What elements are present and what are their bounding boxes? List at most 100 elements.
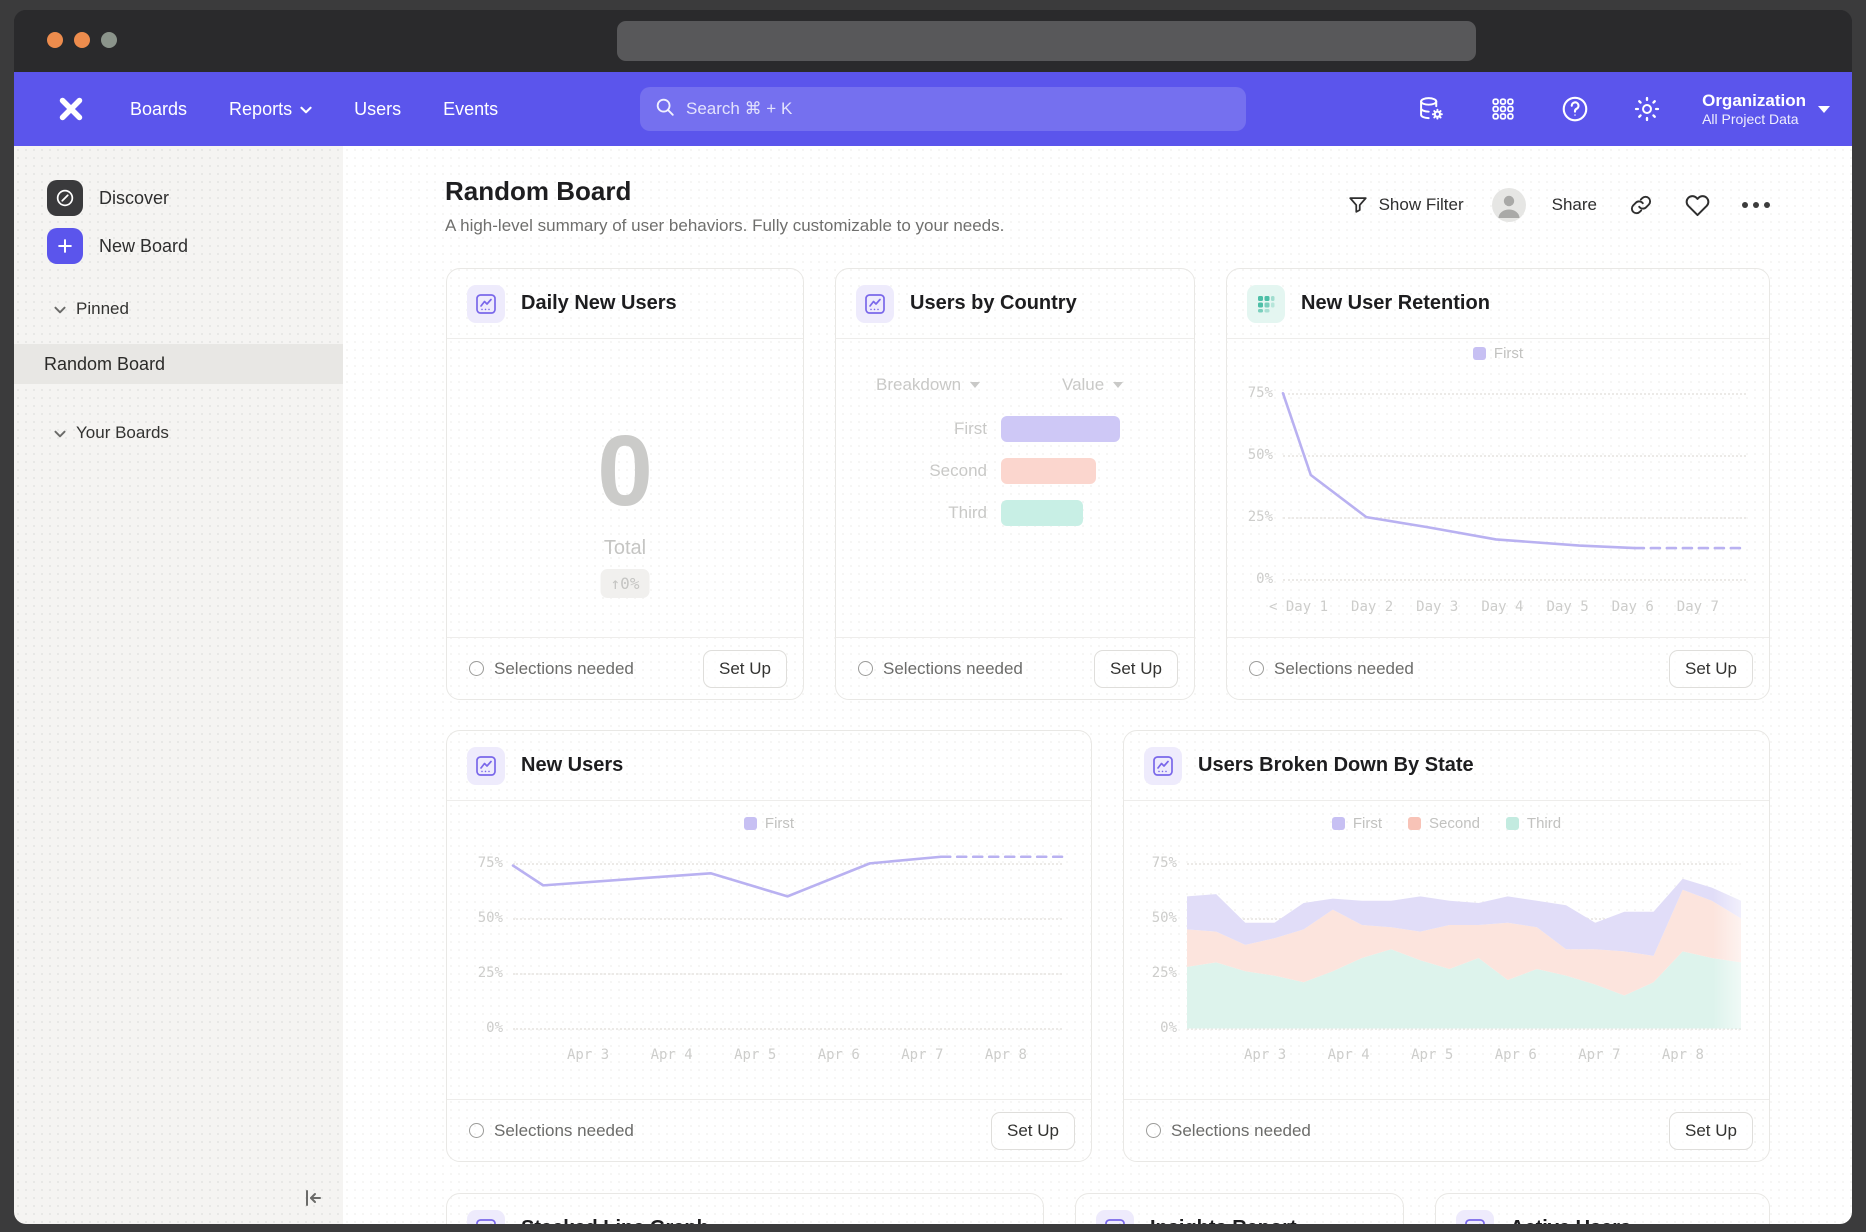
sidebar-collapse-button[interactable] xyxy=(297,1184,327,1212)
org-switcher[interactable]: Organization All Project Data xyxy=(1702,90,1830,129)
gear-icon[interactable] xyxy=(1630,92,1664,126)
nav-events-label: Events xyxy=(443,99,498,120)
nav-item-users[interactable]: Users xyxy=(354,99,401,120)
share-button[interactable]: Share xyxy=(1552,195,1597,215)
new-users-line xyxy=(513,848,1062,1040)
status-circle-icon xyxy=(469,661,484,676)
line-chart-icon xyxy=(856,285,894,323)
pinned-section-label: Pinned xyxy=(76,299,129,319)
board-main: Random Board A high-level summary of use… xyxy=(343,146,1852,1224)
bar-row: First xyxy=(836,415,1194,443)
card-title: Active Users xyxy=(1510,1217,1631,1224)
global-search[interactable] xyxy=(640,87,1246,131)
line-chart-icon xyxy=(467,285,505,323)
value-dropdown[interactable]: Value xyxy=(1062,375,1123,395)
plus-icon xyxy=(47,228,83,264)
compass-icon xyxy=(47,180,83,216)
filter-funnel-icon xyxy=(1347,194,1369,216)
org-project-scope: All Project Data xyxy=(1702,111,1806,129)
card-insights-report: Insights Report xyxy=(1075,1193,1404,1224)
status-circle-icon xyxy=(1146,1123,1161,1138)
nav-item-reports[interactable]: Reports xyxy=(229,99,312,120)
bar-second xyxy=(1001,458,1096,484)
legend-swatch-third xyxy=(1506,817,1519,830)
window-minimize-button[interactable] xyxy=(74,32,90,48)
card-title: Insights Report xyxy=(1150,1217,1297,1224)
card-title: New User Retention xyxy=(1301,292,1490,315)
chart-legend: First Second Third xyxy=(1124,815,1769,832)
sidebar-section-your-boards[interactable]: Your Boards xyxy=(54,423,169,443)
top-navbar: Boards Reports Users Events xyxy=(14,72,1852,146)
sidebar-item-discover[interactable]: Discover xyxy=(14,180,343,216)
window-close-button[interactable] xyxy=(47,32,63,48)
legend-swatch-first xyxy=(1332,817,1345,830)
nav-reports-label: Reports xyxy=(229,99,292,120)
card-title: New Users xyxy=(521,754,623,777)
stacked-area xyxy=(1187,848,1741,1040)
card-users-by-country: Users by Country Breakdown Value First S… xyxy=(835,268,1195,700)
retention-chart: 75% 50% 25% 0% xyxy=(1283,376,1746,592)
set-up-button[interactable]: Set Up xyxy=(1094,650,1178,688)
set-up-button[interactable]: Set Up xyxy=(1669,650,1753,688)
random-board-label: Random Board xyxy=(44,354,165,375)
card-stacked-line-graph: Stacked Line Graph xyxy=(446,1193,1044,1224)
sidebar-item-random-board[interactable]: Random Board xyxy=(14,344,343,384)
card-title: Users Broken Down By State xyxy=(1198,754,1474,777)
more-options-icon[interactable] xyxy=(1742,202,1770,208)
page-title: Random Board xyxy=(445,176,631,207)
search-icon xyxy=(654,96,676,123)
search-input[interactable] xyxy=(686,99,1232,119)
legend-swatch-second xyxy=(1408,817,1421,830)
new-users-chart: 75% 50% 25% 0% xyxy=(513,848,1062,1040)
card-title: Users by Country xyxy=(910,292,1077,315)
window-titlebar xyxy=(14,10,1852,72)
selections-needed-status: Selections needed xyxy=(858,659,1023,679)
selections-needed-status: Selections needed xyxy=(1146,1121,1311,1141)
chart-legend: First xyxy=(447,815,1091,832)
set-up-button[interactable]: Set Up xyxy=(991,1112,1075,1150)
set-up-button[interactable]: Set Up xyxy=(703,650,787,688)
forecast-fade xyxy=(1713,848,1741,1028)
bar-row: Second xyxy=(836,457,1194,485)
bar-first xyxy=(1001,416,1120,442)
sidebar-new-board-label: New Board xyxy=(99,236,188,257)
set-up-button[interactable]: Set Up xyxy=(1669,1112,1753,1150)
sidebar-discover-label: Discover xyxy=(99,188,169,209)
x-axis-labels: Apr 3Apr 4 Apr 5Apr 6 Apr 7Apr 8 xyxy=(1244,1047,1704,1063)
nav-item-boards[interactable]: Boards xyxy=(130,99,187,120)
legend-swatch-first xyxy=(744,817,757,830)
sidebar: Discover New Board Pinned Random Board Y… xyxy=(14,146,343,1224)
avatar[interactable] xyxy=(1492,188,1526,222)
x-axis-labels: Apr 3Apr 4 Apr 5Apr 6 Apr 7Apr 8 xyxy=(567,1047,1027,1063)
legend-swatch-first xyxy=(1473,347,1486,360)
by-state-chart: 75% 50% 25% 0% xyxy=(1187,848,1741,1040)
traffic-lights xyxy=(47,32,117,48)
nav-item-events[interactable]: Events xyxy=(443,99,498,120)
apps-grid-icon[interactable] xyxy=(1486,92,1520,126)
line-chart-icon xyxy=(1096,1210,1134,1225)
line-chart-icon xyxy=(467,747,505,785)
org-name: Organization xyxy=(1702,90,1806,111)
breakdown-dropdown[interactable]: Breakdown xyxy=(876,375,980,395)
metric-delta-badge: ↑0% xyxy=(601,569,650,598)
data-management-icon[interactable] xyxy=(1414,92,1448,126)
your-boards-section-label: Your Boards xyxy=(76,423,169,443)
retention-line xyxy=(1283,376,1746,592)
chevron-down-icon xyxy=(54,299,66,319)
nav-boards-label: Boards xyxy=(130,99,187,120)
chevron-down-icon xyxy=(300,104,312,114)
sidebar-item-new-board[interactable]: New Board xyxy=(14,228,343,264)
window-maximize-button[interactable] xyxy=(101,32,117,48)
help-icon[interactable] xyxy=(1558,92,1592,126)
show-filter-button[interactable]: Show Filter xyxy=(1379,195,1464,215)
selections-needed-status: Selections needed xyxy=(469,659,634,679)
address-bar[interactable] xyxy=(617,21,1476,61)
sidebar-section-pinned[interactable]: Pinned xyxy=(54,299,129,319)
metric-value: 0 xyxy=(447,421,803,521)
mixpanel-logo[interactable] xyxy=(54,92,88,126)
card-active-users: Active Users xyxy=(1435,1193,1770,1224)
favorite-heart-icon[interactable] xyxy=(1685,193,1710,218)
card-new-user-retention: New User Retention First 75% 50% 25% 0% … xyxy=(1226,268,1770,700)
copy-link-icon[interactable] xyxy=(1629,193,1653,217)
line-chart-icon xyxy=(1144,747,1182,785)
